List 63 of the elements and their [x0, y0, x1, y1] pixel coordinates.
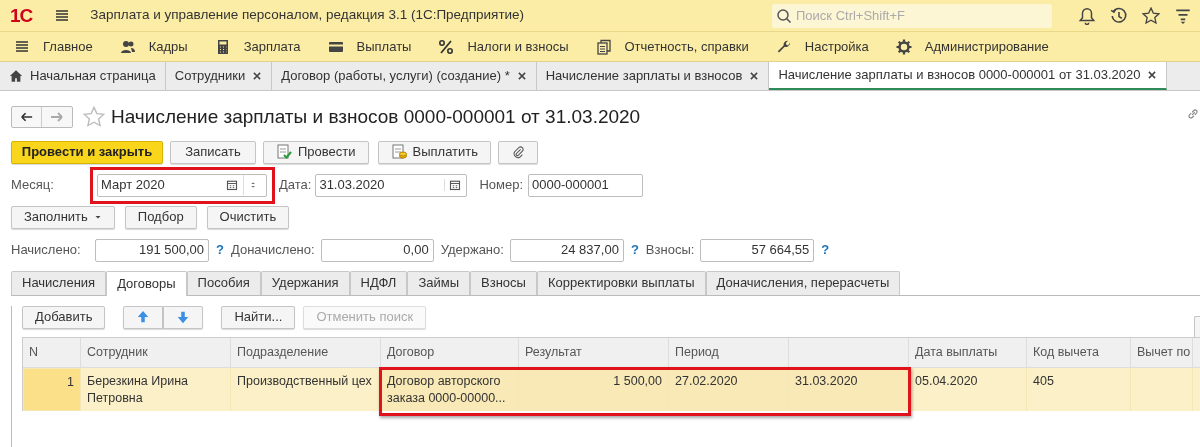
tab[interactable]: НДФЛ [349, 270, 408, 295]
help-link[interactable]: ? [216, 240, 224, 260]
fill-button[interactable]: Подбор [124, 205, 197, 229]
table-cell: 05.04.2020 [909, 367, 1027, 411]
field-label: Удержано: [440, 241, 504, 260]
column-header: Дата выплаты [909, 337, 1027, 367]
toolbar-button[interactable]: Добавить [22, 305, 106, 329]
tab[interactable]: Начисление зарплаты и взносов 0000-000001 от 31.03.2020 [769, 62, 1168, 90]
section-link[interactable]: Главное [14, 36, 93, 57]
column-header: Договор [381, 337, 519, 367]
column-header: Сотрудник [81, 337, 231, 367]
tab[interactable]: Договоры [106, 270, 187, 296]
amount-field[interactable]: 57 664,55 [700, 238, 815, 262]
month-field[interactable]: Март 2020 [97, 173, 267, 197]
amount-field[interactable]: 24 837,00 [509, 238, 624, 262]
section-link[interactable]: Настройка [775, 36, 869, 57]
field-label: Доначислено: [230, 241, 315, 260]
field-label: Взносы: [645, 241, 695, 260]
number-field[interactable]: 0000-000001 [528, 173, 644, 197]
section-link[interactable]: Администрирование [895, 36, 1049, 57]
section-link[interactable]: Выплаты [327, 36, 412, 57]
post-button[interactable]: Провести [263, 140, 369, 164]
section-link[interactable]: Налоги и взносы [438, 36, 569, 57]
section-link[interactable]: Кадры [119, 36, 188, 57]
table-cell: 405 [1027, 367, 1131, 411]
column-header: Подразделение [231, 337, 381, 367]
table-row[interactable]: 1 Березкина Ирина Петровна Производственный цех Договор авторского заказа 0000-00000... 1 500,00 27.02.2020 31.03.2020 05.04.2020 405 [23, 367, 1200, 411]
field-label: Номер: [479, 176, 524, 195]
document-title: Начисление зарплаты и взносов 0000-000001 от 31.03.2020 [111, 105, 641, 129]
help-link[interactable]: ? [821, 240, 830, 260]
column-header: N [23, 337, 81, 367]
save-button[interactable]: Записать [170, 140, 256, 164]
table-cell: Березкина Ирина Петровна [81, 367, 231, 411]
table-cell: 1 [23, 367, 81, 411]
toolbar-button[interactable]: Найти... [221, 305, 296, 329]
field-label: Месяц: [11, 176, 55, 195]
tab[interactable]: Корректировки выплаты [536, 270, 706, 295]
tab[interactable]: Пособия [186, 270, 261, 295]
tab[interactable]: Займы [407, 270, 471, 295]
amount-field[interactable]: 191 500,00 [95, 238, 209, 262]
tab[interactable]: Начисления [11, 270, 107, 295]
date-field[interactable]: 31.03.2020 [315, 173, 468, 197]
fill-button[interactable]: Очистить [206, 205, 290, 229]
section-link[interactable]: Зарплата [214, 36, 301, 57]
pay-button[interactable]: Выплатить [377, 140, 492, 164]
logo: 1С [10, 6, 33, 25]
column-header: Код вычета [1027, 337, 1131, 367]
field-label: Начислено: [11, 241, 82, 260]
post-and-close-button[interactable]: Провести и закрыть [11, 140, 163, 164]
column-header: Период [669, 337, 789, 367]
table-cell: Производственный цех [231, 367, 381, 411]
tab[interactable]: Удержания [260, 270, 350, 295]
amount-field[interactable]: 0,00 [320, 238, 434, 262]
tab[interactable]: Доначисления, перерасчеты [705, 270, 901, 295]
fill-dropdown-button[interactable]: Заполнить [11, 205, 115, 229]
search-field[interactable]: Поиск Ctrl+Shift+F [772, 3, 1052, 28]
app-title: Зарплата и управление персоналом, редакция 3.1 (1С:Предприятие) [90, 6, 525, 25]
section-link[interactable]: Отчетность, справки [595, 36, 749, 57]
column-header: Вычет по [1131, 337, 1193, 367]
tab[interactable]: Взносы [470, 270, 537, 295]
column-header: Результат [519, 337, 669, 367]
field-label: Дата: [279, 176, 312, 195]
help-link[interactable]: ? [630, 240, 639, 260]
